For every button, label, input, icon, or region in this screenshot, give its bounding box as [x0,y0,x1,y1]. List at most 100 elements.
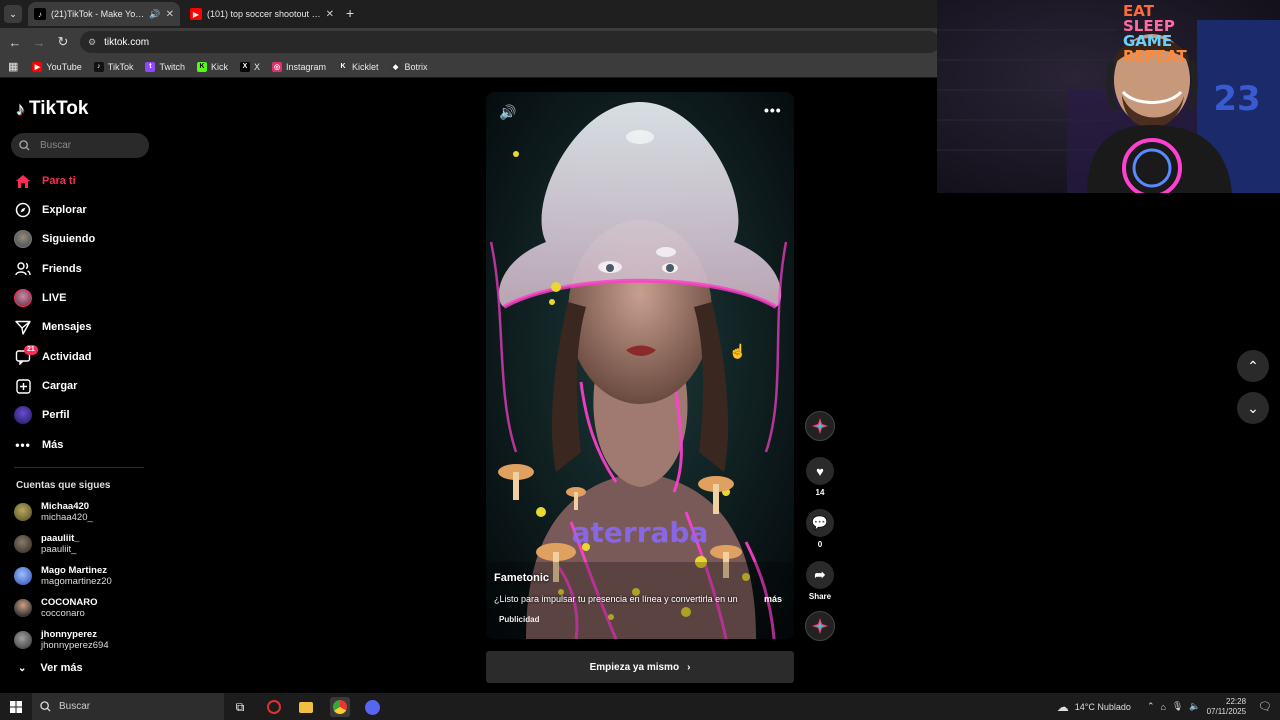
following-account[interactable]: Michaa420 michaa420_ [14,501,93,523]
back-icon[interactable]: ← [3,35,27,50]
search-icon [19,140,30,151]
sound-disc[interactable] [805,611,835,641]
bookmark-botrix[interactable]: ◆ Botrix [385,61,434,72]
mouse-cursor-icon: ☝ [729,343,747,359]
more-dots-icon: ••• [15,438,31,452]
tab-youtube[interactable]: ▶ (101) top soccer shootout - You ✕ [184,2,340,26]
bookmark-tiktok[interactable]: ♪ TikTok [88,61,140,72]
apps-grid-icon[interactable]: ▦ [8,60,18,73]
next-video-button[interactable]: ⌄ [1237,392,1269,424]
new-tab-button[interactable]: + [346,5,354,21]
like-button[interactable]: ♥ 14 [805,457,835,497]
following-account[interactable]: jhonnyperez jhonnyperez694 [14,629,109,651]
microphone-icon[interactable]: 🎙 [1172,701,1183,712]
instagram-icon: ◎ [272,61,282,72]
video-caption: ¿Listo para impulsar tu presencia en lín… [494,594,738,604]
share-icon: ➦ [806,561,834,589]
bookmark-youtube[interactable]: ▶ YouTube [26,61,87,72]
fametonic-logo-icon [805,411,835,441]
avatar [14,535,32,553]
nav-following[interactable]: Siguiendo [14,228,95,250]
tiktok-icon: ♪ [93,61,104,72]
bookmark-instagram[interactable]: ◎ Instagram [266,61,332,72]
search-icon [40,701,51,712]
chevron-down-icon: ⌄ [18,662,27,674]
nav-activity[interactable]: 21 Actividad [14,345,92,368]
volume-icon[interactable]: 🔊 [499,104,516,121]
nav-more[interactable]: ••• Más [14,434,63,456]
address-bar[interactable]: ⚙ tiktok.com [80,31,940,53]
see-more-button[interactable]: ⌄ Ver más [18,662,83,674]
clock[interactable]: 22:28 07/11/2025 [1207,697,1246,717]
nav-live[interactable]: LIVE [14,287,66,309]
tab-list-button[interactable]: ⌄ [4,5,22,23]
creator-avatar[interactable] [805,411,835,441]
file-explorer-icon[interactable] [296,697,316,717]
more-options-icon[interactable]: ••• [764,102,782,118]
sponsored-label: Publicidad [499,615,540,624]
nav-upload[interactable]: Cargar [14,375,77,397]
kicklet-icon: K [338,61,349,72]
close-tab-icon[interactable]: ✕ [326,9,334,20]
speaker-icon[interactable]: 🔈 [1189,701,1200,712]
following-account[interactable]: Mago Martinez magomartinez20 [14,565,112,587]
discord-icon[interactable] [362,697,382,717]
nav-explore[interactable]: Explorar [14,199,87,221]
botrix-icon: ◆ [390,61,401,72]
following-account[interactable]: paauliit_ paauliit_ [14,533,80,555]
bookmark-twitch[interactable]: t Twitch [139,61,191,72]
x-icon: X [239,61,250,72]
notifications-icon[interactable]: 🗨 [1258,700,1272,713]
avatar [14,567,32,585]
send-icon [14,318,32,336]
ad-brand-name[interactable]: Fametonic [494,572,549,584]
chevron-up-icon: ⌃ [1247,357,1259,374]
system-tray: ☁ 14°C Nublado ⌃ ⌂ 🎙 🔈 22:28 07/11/2025 … [1057,693,1280,720]
search-input[interactable] [38,139,138,152]
bookmark-kick[interactable]: K Kick [191,61,234,72]
avatar [14,631,32,649]
twitch-icon: t [145,61,156,72]
tiktok-favicon-icon: ♪ [34,8,46,20]
chevron-up-icon[interactable]: ⌃ [1147,701,1155,712]
close-tab-icon[interactable]: ✕ [166,9,174,20]
svg-text:REPEAT: REPEAT [1123,47,1187,65]
kick-icon: K [196,61,207,72]
nav-for-you[interactable]: Para ti [14,170,76,192]
app-icon[interactable] [264,697,284,717]
ad-cta-button[interactable]: Empieza ya mismo › [486,651,794,683]
nav-messages[interactable]: Mensajes [14,316,92,338]
site-info-icon[interactable]: ⚙ [88,37,96,48]
chrome-icon[interactable] [330,697,350,717]
caption-more-link[interactable]: más [764,594,782,604]
taskbar-search[interactable]: Buscar [32,693,224,720]
following-section-title: Cuentas que sigues [16,480,111,491]
windows-start-icon[interactable] [6,697,26,717]
nav-profile[interactable]: Perfil [14,404,70,426]
bookmark-x[interactable]: XX [234,61,266,72]
heart-icon: ♥ [806,457,834,485]
live-avatar-icon [14,289,32,307]
tiktok-note-icon: ♪ [16,98,25,119]
weather-text[interactable]: 14°C Nublado [1075,702,1131,712]
following-avatar-icon [14,230,32,248]
sidebar-search[interactable] [11,133,149,158]
video-player[interactable]: aterraba [486,92,794,639]
following-account[interactable]: COCONARO cocconaro [14,597,97,619]
previous-video-button[interactable]: ⌃ [1237,350,1269,382]
tab-title: (101) top soccer shootout - You [207,9,321,19]
network-icon[interactable]: ⌂ [1160,702,1165,712]
home-icon [14,172,32,190]
forward-icon[interactable]: → [27,35,51,50]
share-button[interactable]: ➦ Share [805,561,835,601]
nav-friends[interactable]: Friends [14,258,82,280]
comment-button[interactable]: 💬 0 [805,509,835,549]
share-label: Share [808,592,832,601]
youtube-favicon-icon: ▶ [190,8,202,20]
bookmark-kicklet[interactable]: K Kicklet [332,61,385,72]
reload-icon[interactable]: ↻ [51,34,75,50]
tab-tiktok[interactable]: ♪ (21)TikTok - Make Your Day 🔊 ✕ [28,2,180,26]
tiktok-logo[interactable]: ♪ TikTok [16,98,88,120]
task-view-icon[interactable]: ⧉ [230,697,250,717]
activity-icon: 21 [14,345,38,366]
